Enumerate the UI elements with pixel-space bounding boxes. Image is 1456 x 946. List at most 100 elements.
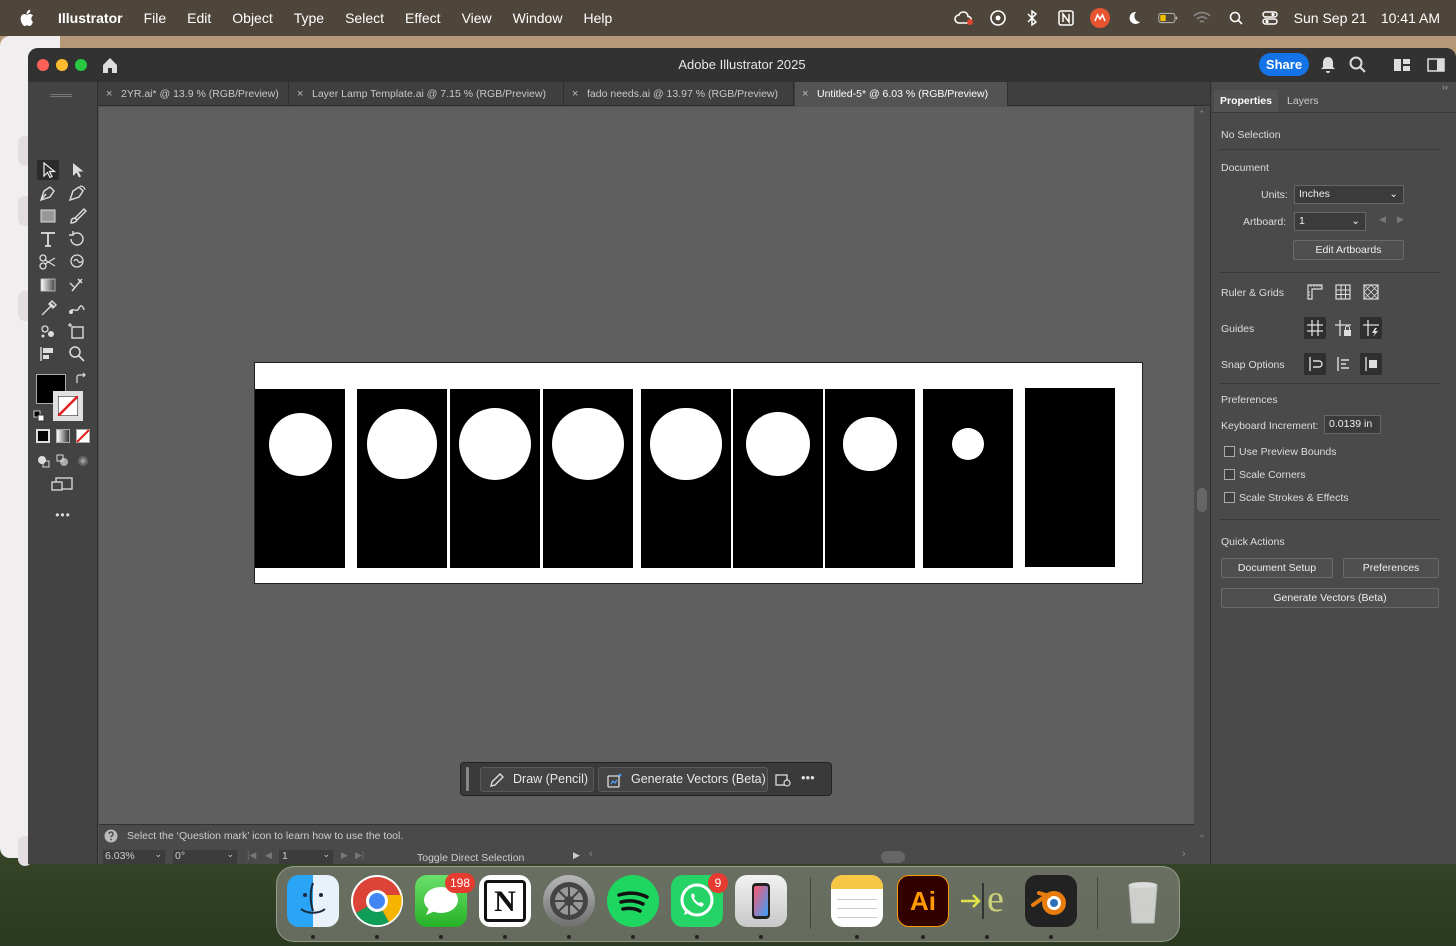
lamp-circle-cutout[interactable] [458,407,532,481]
lamp-circle-cutout[interactable] [650,408,722,480]
lock-guides-icon[interactable] [1332,317,1354,339]
lamp-panel-2[interactable] [357,389,447,568]
scissors-tool-icon[interactable] [37,252,59,272]
last-artboard-icon[interactable]: ▶| [355,850,364,861]
paintbrush-tool-icon[interactable] [66,206,88,226]
workspace-switcher-icon[interactable] [1392,55,1412,75]
menu-type[interactable]: Type [294,10,324,26]
notion-icon[interactable]: N [479,875,531,927]
next-artboard-icon[interactable]: ▶ [341,850,348,861]
warp-tool-icon[interactable] [66,252,88,272]
tab-close-icon[interactable]: × [802,82,808,106]
lamp-panel-1[interactable] [255,389,345,568]
lamp-panel-3[interactable] [450,389,540,568]
panel-toggle-icon[interactable] [1426,55,1446,75]
creative-cloud-icon[interactable] [953,9,974,27]
scale-strokes-checkbox[interactable] [1224,492,1235,503]
menu-help[interactable]: Help [583,10,612,26]
battery-icon[interactable] [1157,9,1178,27]
task-bar-grip[interactable] [466,767,469,791]
ruler-icon[interactable] [1304,281,1326,303]
notifications-bell-icon[interactable] [1318,55,1338,75]
tab-close-icon[interactable]: × [106,82,112,106]
edit-toolbar-button[interactable]: ••• [28,508,98,522]
document-setup-button[interactable]: Document Setup [1221,558,1333,578]
trash-icon[interactable] [1117,875,1169,927]
generate-vectors-button[interactable]: Generate Vectors (Beta) [598,767,768,792]
system-settings-icon[interactable] [543,875,595,927]
transparency-grid-icon[interactable] [1360,281,1382,303]
default-fill-stroke-icon[interactable] [33,410,45,422]
stroke-color-swatch[interactable] [53,391,83,421]
gradient-tool-icon[interactable] [37,275,59,295]
show-guides-icon[interactable] [1304,317,1326,339]
tab-fado-needs[interactable]: × fado needs.ai @ 13.97 % (RGB/Preview) [565,82,794,106]
zoom-tool-icon[interactable] [66,344,88,364]
type-tool-icon[interactable] [37,229,59,249]
first-artboard-icon[interactable]: |◀ [247,850,256,861]
edit-artboards-button[interactable]: Edit Artboards [1293,240,1404,260]
tab-close-icon[interactable]: × [297,82,303,106]
menu-app-name[interactable]: Illustrator [58,10,123,26]
snap-to-point-icon[interactable] [1304,353,1326,375]
previous-artboard-icon[interactable]: ◀ [1379,214,1386,225]
snap-to-glyph-icon[interactable] [1360,353,1382,375]
rotation-field[interactable]: 0° ⌄ [173,849,237,864]
vertical-scrollbar[interactable]: ⌃ ⌄ [1194,107,1210,864]
menu-effect[interactable]: Effect [405,10,441,26]
zoom-level-field[interactable]: 6.03% ⌄ [103,849,165,864]
gradient-mode-icon[interactable] [56,429,70,443]
tab-2yr[interactable]: × 2YR.ai* @ 13.9 % (RGB/Preview) [99,82,289,106]
lamp-circle-cutout[interactable] [843,417,897,471]
lamp-panel-9[interactable] [1025,388,1115,567]
scroll-up-icon[interactable]: ⌃ [1198,109,1206,120]
vertical-scrollbar-thumb[interactable] [1197,488,1207,512]
toolbar-grip[interactable] [50,94,72,97]
illustrator-icon[interactable]: Ai [897,875,949,927]
tab-properties[interactable]: Properties [1214,90,1278,112]
iphone-mirroring-icon[interactable] [735,875,787,927]
artboard-dropdown[interactable]: 1 ⌄ [1294,212,1366,231]
spotify-icon[interactable] [607,875,659,927]
selection-tool-icon[interactable] [37,160,59,180]
screen-mode-icon[interactable] [50,476,74,494]
generate-vectors-panel-button[interactable]: Generate Vectors (Beta) [1221,588,1439,608]
canvas-area[interactable] [99,107,1194,824]
scroll-right-icon[interactable]: › [1182,848,1186,860]
tab-close-icon[interactable]: × [572,82,578,106]
previous-artboard-icon[interactable]: ◀ [265,850,272,861]
blend-tool-icon[interactable] [66,298,88,318]
apple-icon[interactable] [18,9,34,27]
wifi-icon[interactable] [1192,9,1212,27]
image-settings-icon[interactable] [775,772,791,788]
lamp-circle-cutout[interactable] [746,412,810,476]
menu-object[interactable]: Object [232,10,272,26]
bluetooth-icon[interactable] [1022,9,1042,27]
color-mode-icon[interactable] [36,429,50,443]
draw-normal-icon[interactable] [36,454,50,468]
chrome-icon[interactable] [351,875,403,927]
units-dropdown[interactable]: Inches ⌄ [1294,185,1404,204]
menu-edit[interactable]: Edit [187,10,211,26]
preferences-button[interactable]: Preferences [1343,558,1439,578]
symbol-sprayer-tool-icon[interactable] [37,321,59,341]
menu-time[interactable]: 10:41 AM [1381,10,1440,26]
search-help-icon[interactable] [1348,55,1368,75]
artboard[interactable] [254,362,1143,584]
draw-inside-icon[interactable] [76,454,90,468]
lamp-panel-4[interactable] [543,389,633,568]
next-artboard-icon[interactable]: ▶ [1397,214,1404,225]
blender-icon[interactable] [1025,875,1077,927]
menu-date[interactable]: Sun Sep 21 [1294,10,1367,26]
mirror-app-icon[interactable] [1089,8,1110,28]
horizontal-scrollbar-thumb[interactable] [881,851,905,863]
lamp-circle-cutout[interactable] [551,407,625,481]
lamp-circle-cutout[interactable] [951,427,985,461]
menu-window[interactable]: Window [513,10,563,26]
menu-select[interactable]: Select [345,10,384,26]
finder-icon[interactable] [287,875,339,927]
tab-untitled-5[interactable]: × Untitled-5* @ 6.03 % (RGB/Preview) [795,82,1008,106]
curvature-tool-icon[interactable] [66,183,88,203]
mesh-tool-icon[interactable] [66,275,88,295]
snap-to-pixel-icon[interactable] [1332,353,1354,375]
